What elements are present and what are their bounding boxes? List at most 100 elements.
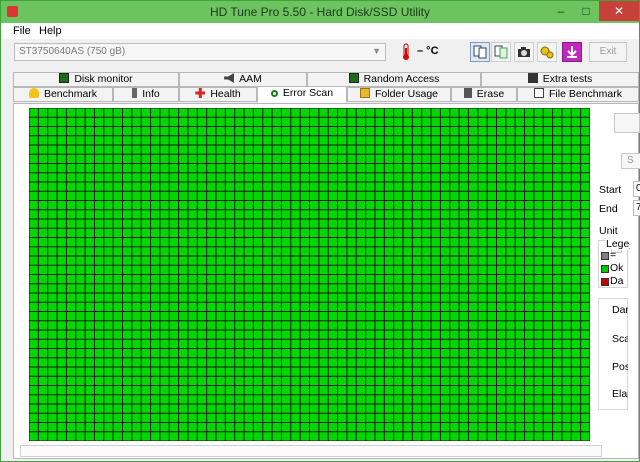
scan-block [188,293,197,302]
scan-block [553,136,562,145]
scan-block [543,404,553,413]
scan-block [506,247,515,256]
tab-health[interactable]: Health [179,87,257,102]
title-bar[interactable]: HD Tune Pro 5.50 - Hard Disk/SSD Utility… [1,1,639,23]
scan-block [356,302,366,311]
scan-block [169,154,179,163]
settings-button[interactable]: S [621,153,640,169]
scan-block [403,386,412,395]
scan-block [272,173,281,182]
scan-block [375,432,384,441]
minimize-button[interactable]: – [549,1,573,21]
scan-block [403,404,412,413]
scan-block [450,191,459,200]
scan-block [244,154,253,163]
scan-block [356,367,366,376]
scan-block [48,386,57,395]
scan-block [468,404,478,413]
scan-block [272,136,281,145]
scan-block [253,293,263,302]
scan-block [300,127,309,136]
scan-block [450,358,459,367]
scan-block [225,228,235,237]
scan-block [141,228,151,237]
scan-block [48,210,57,219]
scan-block [497,395,506,404]
maximize-button[interactable]: □ [574,1,598,21]
scan-block [375,349,384,358]
scan-block [571,228,581,237]
scan-block [272,108,281,117]
tab-info[interactable]: Info [113,87,179,102]
scan-block [478,404,487,413]
download-icon[interactable] [562,42,582,62]
scan-block [141,395,151,404]
menu-file[interactable]: File [13,25,31,37]
scan-block [543,386,553,395]
scan-block [188,154,197,163]
start-button[interactable] [614,113,640,133]
tab-folder-usage[interactable]: Folder Usage [347,87,451,102]
scan-block [487,108,496,117]
scan-block [94,358,104,367]
scan-block [310,321,319,330]
tab-extra-tests[interactable]: Extra tests [481,72,639,87]
scan-block [123,228,132,237]
scan-block [197,108,207,117]
scan-block [328,219,338,228]
scan-block [281,432,291,441]
scan-block [281,182,291,191]
scan-block [179,154,188,163]
scan-block [85,219,94,228]
scan-block [216,339,225,348]
scan-block [497,210,506,219]
scan-block [328,182,338,191]
scan-block [422,312,431,321]
copy-icon[interactable] [470,42,490,62]
scan-block [403,293,412,302]
scan-block-grid [29,108,590,441]
scan-block [272,238,281,247]
exit-button[interactable]: Exit [589,42,627,62]
tab-benchmark[interactable]: Benchmark [13,87,113,102]
scan-block [506,275,515,284]
camera-icon[interactable] [514,42,534,62]
scan-block [487,164,496,173]
scan-block [553,117,562,126]
scan-block [394,386,403,395]
scan-block [169,293,179,302]
magnifier-icon [270,90,278,97]
scan-block [85,413,94,422]
scan-block [57,386,66,395]
scan-block [366,349,375,358]
scan-block [281,201,291,210]
scan-block [534,191,543,200]
start-field[interactable]: 0 [633,181,640,197]
scan-block [225,386,235,395]
scan-block [553,312,562,321]
scan-block [319,154,328,163]
tab-label: Erase [476,88,505,100]
drive-select[interactable]: ST3750640AS (750 gB) ▼ [14,43,386,61]
tab-disk-monitor[interactable]: Disk monitor [13,72,179,87]
scan-block [515,302,525,311]
tab-error-scan[interactable]: Error Scan [257,86,347,103]
scan-block [497,265,506,274]
close-button[interactable]: ✕ [599,1,639,21]
scan-block [366,386,375,395]
chevron-down-icon[interactable]: ▼ [372,46,381,56]
end-field[interactable]: 7 [633,200,640,216]
scan-block [141,330,151,339]
scan-block [553,349,562,358]
menu-help[interactable]: Help [39,25,62,37]
options-icon[interactable] [537,42,557,62]
scan-block [394,238,403,247]
scan-block [281,358,291,367]
tab-aam[interactable]: AAM [179,72,307,87]
tab-file-benchmark[interactable]: File Benchmark [517,87,639,102]
save-icon[interactable] [491,42,511,62]
scan-block [85,386,94,395]
tab-random-access[interactable]: Random Access [307,72,481,87]
scan-block [132,201,141,210]
tab-erase[interactable]: Erase [451,87,517,102]
